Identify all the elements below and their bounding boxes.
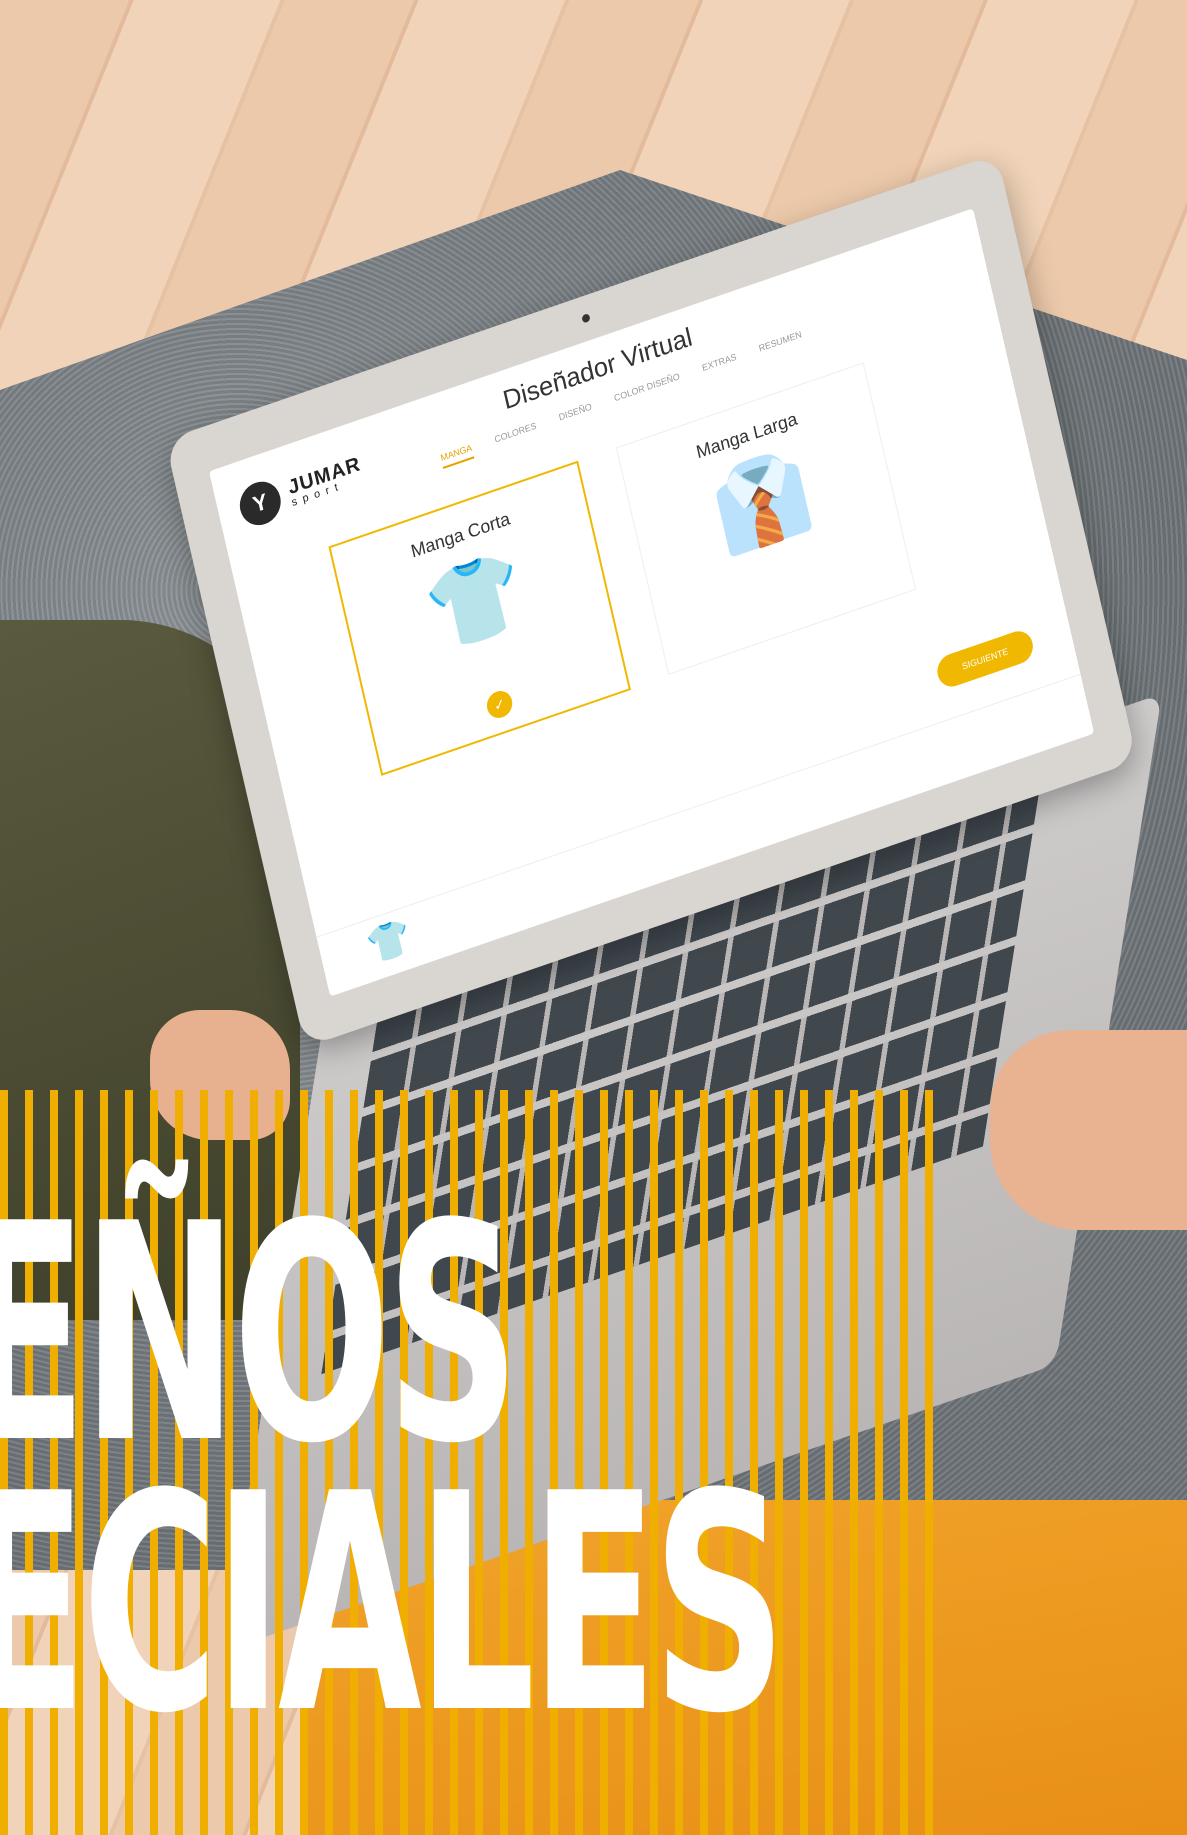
next-button[interactable]: SIGUIENTE — [934, 626, 1037, 691]
tab-colores[interactable]: COLORES — [493, 420, 538, 450]
tab-resumen[interactable]: RESUMEN — [758, 329, 804, 359]
tab-diseno[interactable]: DISEÑO — [558, 401, 594, 428]
check-icon: ✓ — [484, 687, 515, 722]
right-hand — [990, 1030, 1187, 1230]
headline-line-2: ECIALES — [0, 1430, 786, 1779]
tab-extras[interactable]: EXTRAS — [701, 352, 739, 379]
shirt-thumbnail[interactable]: 👕 — [346, 908, 432, 981]
tab-color-diseno[interactable]: COLOR DISEÑO — [613, 371, 682, 409]
webcam — [581, 313, 591, 324]
headline: EÑOS ECIALES — [0, 1185, 786, 1779]
tab-manga[interactable]: MANGA — [439, 442, 475, 470]
